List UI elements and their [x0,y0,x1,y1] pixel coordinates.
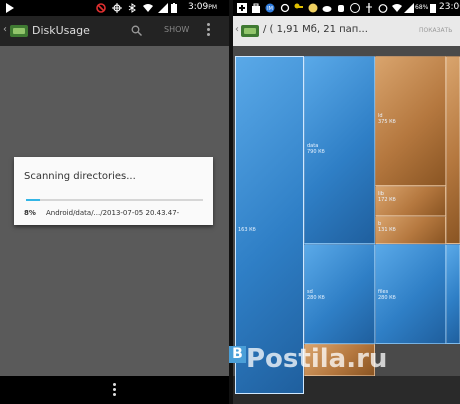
svg-text:IM: IM [267,6,273,12]
plus-icon [237,3,247,13]
wifi-icon [392,4,402,12]
scanning-dialog: Scanning directories... 8% Android/data/… [14,157,213,225]
menu-icon[interactable] [113,383,116,398]
dialog-message: Scanning directories... [24,171,136,182]
nav-bar [0,376,229,404]
signal-icon [158,3,168,13]
treemap-cell[interactable]: sd 280 Кб [304,244,375,344]
page-title: / ( 1,91 Мб, 21 пап... [263,24,368,35]
sync-icon [280,3,290,13]
search-icon[interactable] [131,25,142,36]
treemap-cell[interactable]: data 790 Кб [304,56,375,244]
status-bar: 3:09PM [0,0,229,16]
progress-fill [26,199,41,201]
treemap-cell[interactable]: ld 375 Кб [375,56,446,186]
watermark-text: Postila.ru [246,344,388,374]
app-logo-icon[interactable] [241,25,259,37]
show-button[interactable]: ПОКАЗАТЬ [419,27,452,34]
treemap-cell[interactable]: lib 172 Кб [375,186,446,216]
treemap-cell[interactable]: b 131 Кб [375,216,446,244]
gps-icon [112,3,122,13]
action-bar: ‹ DiskUsage SHOW [0,16,229,46]
battery-icon [430,4,436,13]
current-path: Android/data/.../2013-07-05 20.43.47- [46,209,180,217]
treemap: 163 Кб data 790 Кб ld 375 Кб lib 172 Кб b 13… [233,46,460,394]
signal-icon [404,3,414,13]
hand-icon [338,5,344,12]
treemap-cell[interactable]: files 280 Кб [375,244,446,344]
face-icon [308,3,318,13]
action-bar: ‹ / ( 1,91 Мб, 21 пап... ПОКАЗАТЬ [233,16,460,46]
wifi-icon [143,4,153,12]
alarm-icon [378,4,388,13]
play-icon [6,3,14,13]
smile-icon [350,3,360,13]
status-bar: IM 68% 23:06 [233,0,460,16]
up-caret-icon[interactable]: ‹ [3,24,9,36]
watermark-badge: B [229,346,246,363]
show-button[interactable]: SHOW [164,25,189,34]
block-icon [96,3,106,13]
key-icon [294,3,303,9]
app-logo-icon[interactable] [10,25,28,37]
usb-icon [366,3,372,13]
progress-bar [26,199,203,201]
page-title: DiskUsage [32,24,90,37]
bluetooth-icon [128,3,136,13]
treemap-cell[interactable] [446,56,460,244]
left-screen: 3:09PM ‹ DiskUsage SHOW Scanning directo… [0,0,229,404]
treemap-cell[interactable] [446,244,460,344]
battery-percent: 68% [415,4,429,11]
bag-icon [252,3,260,13]
chat-icon: IM [265,3,275,13]
cloud-icon [322,6,332,12]
status-time: 3:09PM [188,2,218,12]
overflow-menu-icon[interactable] [207,23,210,37]
battery-icon [171,3,177,13]
status-time: 23:06 [439,2,460,12]
progress-percent: 8% [24,209,36,217]
